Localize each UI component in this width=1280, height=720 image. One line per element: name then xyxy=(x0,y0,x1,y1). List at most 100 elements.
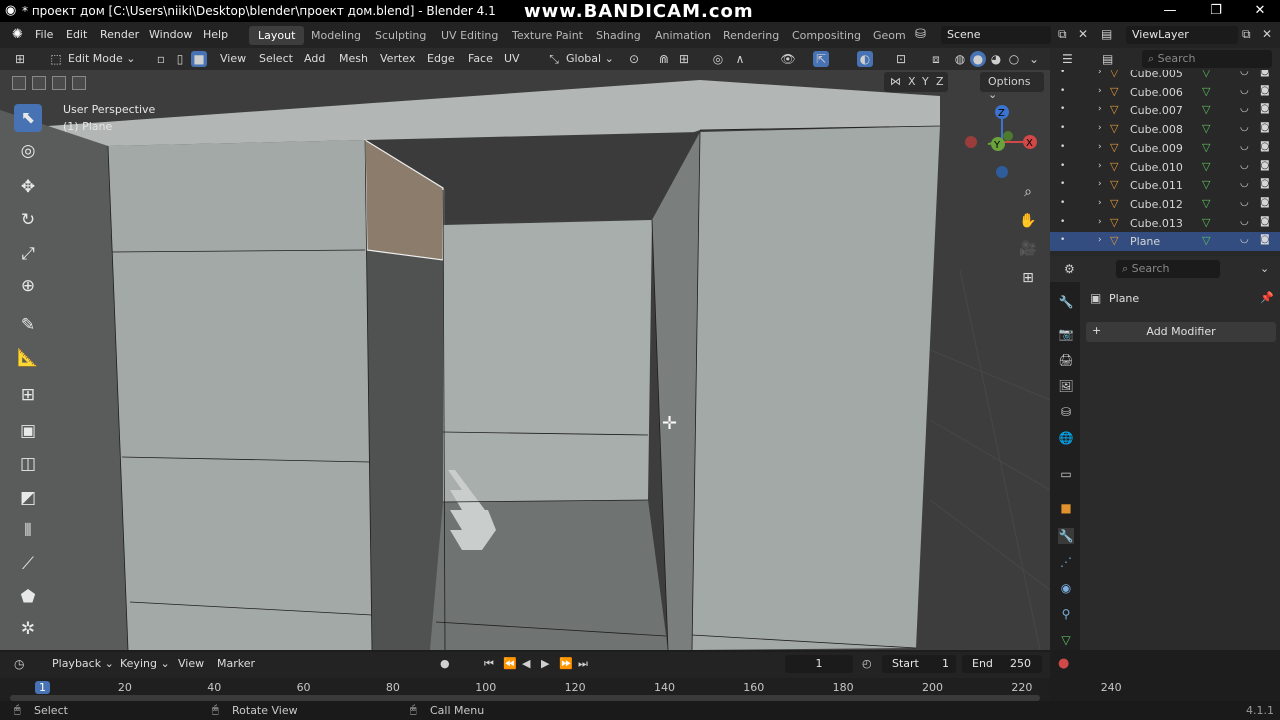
menu-window[interactable]: Window xyxy=(149,28,192,41)
world-tab-icon[interactable]: 🌐 xyxy=(1058,430,1074,446)
overlays-icon[interactable]: ◐ xyxy=(857,51,873,67)
menu-vertex[interactable]: Vertex xyxy=(374,50,421,68)
outliner-row[interactable]: • › ▽ Cube.009 ▽ ◡ ◙ xyxy=(1050,139,1280,158)
outliner-row[interactable]: • › ▽ Cube.007 ▽ ◡ ◙ xyxy=(1050,101,1280,120)
expand-chevron-icon[interactable]: › xyxy=(1098,235,1102,245)
pan-hand-icon[interactable]: ✋ xyxy=(1016,209,1040,233)
select-box-tool-icon[interactable]: ⬉ xyxy=(14,104,42,132)
expand-chevron-icon[interactable]: › xyxy=(1098,179,1102,189)
knife-tool-icon[interactable]: ⟋ xyxy=(14,550,42,578)
hide-eye-icon[interactable]: ◡ xyxy=(1240,122,1249,133)
tab-modeling[interactable]: Modeling xyxy=(302,26,370,45)
render-camera-icon[interactable]: ◙ xyxy=(1260,103,1270,114)
axis-y[interactable]: Y xyxy=(922,75,929,88)
gizmo-toggle-icon[interactable]: ⇱ xyxy=(813,51,829,67)
menu-face[interactable]: Face xyxy=(462,50,499,68)
transform-tool-icon[interactable]: ⊕ xyxy=(14,272,42,300)
tab-texture-paint[interactable]: Texture Paint xyxy=(503,26,592,45)
menu-render[interactable]: Render xyxy=(100,28,139,41)
blender-menu-icon[interactable]: ✺ xyxy=(12,27,23,42)
jump-keyframe-forward-icon[interactable]: ⏩ xyxy=(559,657,573,670)
falloff-icon[interactable]: ∧ xyxy=(732,51,748,67)
outliner-editor-icon[interactable]: ☰ xyxy=(1062,52,1073,66)
expand-chevron-icon[interactable]: › xyxy=(1098,198,1102,208)
play-reverse-icon[interactable]: ◀ xyxy=(522,657,530,670)
move-tool-icon[interactable]: ✥ xyxy=(14,173,42,201)
inset-tool-icon[interactable]: ◫ xyxy=(14,450,42,478)
menu-select[interactable]: Select xyxy=(253,50,299,68)
menu-edge[interactable]: Edge xyxy=(421,50,461,68)
object-tab-icon[interactable]: ■ xyxy=(1058,500,1074,516)
render-camera-icon[interactable]: ◙ xyxy=(1260,216,1270,227)
snap-target-icon[interactable]: ⊞ xyxy=(676,51,692,67)
record-icon[interactable]: ● xyxy=(440,657,450,670)
timeline-editor-icon[interactable]: ◷ xyxy=(14,657,24,671)
vertex-select-icon[interactable]: ▫ xyxy=(153,51,169,67)
menu-uv[interactable]: UV xyxy=(498,50,526,68)
menu-playback[interactable]: Playback ⌄ xyxy=(46,655,120,673)
close-icon[interactable]: ✕ xyxy=(1238,0,1280,22)
material-tab-icon[interactable]: ● xyxy=(1058,656,1069,671)
delete-scene-icon[interactable]: ✕ xyxy=(1078,27,1088,41)
end-frame-field[interactable]: End 250 xyxy=(962,655,1042,673)
camera-view-icon[interactable]: 🎥 xyxy=(1016,237,1040,261)
tab-animation[interactable]: Animation xyxy=(646,26,720,45)
start-frame-field[interactable]: Start 1 xyxy=(882,655,956,673)
pin-icon[interactable]: 📌 xyxy=(1260,291,1274,304)
render-camera-icon[interactable]: ◙ xyxy=(1260,197,1270,208)
rendered-shading-icon[interactable]: ○ xyxy=(1006,51,1022,67)
menu-timeline-view[interactable]: View xyxy=(172,655,210,673)
modifier-tab-icon[interactable]: 🔧 xyxy=(1058,528,1074,544)
output-tab-icon[interactable]: 🖨 xyxy=(1058,352,1074,368)
properties-options-icon[interactable]: ⌄ xyxy=(1260,262,1269,275)
menu-mesh[interactable]: Mesh xyxy=(333,50,374,68)
tab-compositing[interactable]: Compositing xyxy=(783,26,870,45)
render-camera-icon[interactable]: ◙ xyxy=(1260,234,1270,245)
hide-eye-icon[interactable]: ◡ xyxy=(1240,234,1249,245)
orientation-selector[interactable]: Global ⌄ xyxy=(560,50,620,68)
shading-options-icon[interactable]: ⌄ xyxy=(1026,51,1042,67)
hide-eye-icon[interactable]: ◡ xyxy=(1240,178,1249,189)
cursor-tool-icon[interactable]: ◎ xyxy=(14,137,42,165)
tab-uv-editing[interactable]: UV Editing xyxy=(432,26,507,45)
render-camera-icon[interactable]: ◙ xyxy=(1260,85,1270,96)
outliner-row[interactable]: • › ▽ Cube.008 ▽ ◡ ◙ xyxy=(1050,120,1280,139)
collection-tab-icon[interactable]: ▭ xyxy=(1058,466,1074,482)
axis-z[interactable]: Z xyxy=(936,75,944,88)
outliner-row[interactable]: • › ▽ Cube.006 ▽ ◡ ◙ xyxy=(1050,83,1280,102)
expand-chevron-icon[interactable]: › xyxy=(1098,104,1102,114)
view-layer-icon[interactable]: ▤ xyxy=(1101,27,1112,41)
scene-selector[interactable]: Scene xyxy=(941,26,1051,44)
mesh-edit-overlay-icon[interactable]: ⊡ xyxy=(893,51,909,67)
outliner-row[interactable]: • › ▽ Cube.010 ▽ ◡ ◙ xyxy=(1050,158,1280,177)
properties-search-field[interactable]: ⌕ Search xyxy=(1116,260,1220,278)
menu-view[interactable]: View xyxy=(214,50,252,68)
hide-eye-icon[interactable]: ◡ xyxy=(1240,160,1249,171)
scene-tab-icon[interactable]: ⛁ xyxy=(1058,404,1074,420)
select-extend-icon[interactable] xyxy=(32,76,46,90)
new-view-layer-icon[interactable]: ⧉ xyxy=(1242,27,1251,42)
expand-chevron-icon[interactable]: › xyxy=(1098,142,1102,152)
expand-chevron-icon[interactable]: › xyxy=(1098,123,1102,133)
menu-marker[interactable]: Marker xyxy=(211,655,261,673)
physics-tab-icon[interactable]: ◉ xyxy=(1058,580,1074,596)
tab-geometry-nodes[interactable]: Geom xyxy=(864,26,915,45)
preview-range-icon[interactable]: ◴ xyxy=(862,657,872,670)
outliner-row[interactable]: • › ▽ Cube.013 ▽ ◡ ◙ xyxy=(1050,214,1280,233)
render-camera-icon[interactable]: ◙ xyxy=(1260,141,1270,152)
restore-icon[interactable]: ❐ xyxy=(1194,0,1238,22)
jump-keyframe-back-icon[interactable]: ⏪ xyxy=(503,657,517,670)
new-scene-icon[interactable]: ⧉ xyxy=(1058,27,1067,42)
bevel-tool-icon[interactable]: ◩ xyxy=(14,484,42,512)
render-camera-icon[interactable]: ◙ xyxy=(1260,122,1270,133)
constraints-tab-icon[interactable]: ⚲ xyxy=(1058,606,1074,622)
extrude-tool-icon[interactable]: ▣ xyxy=(14,417,42,445)
jump-start-icon[interactable]: ⏮ xyxy=(484,657,494,671)
outliner-row[interactable]: • › ▽ Cube.012 ▽ ◡ ◙ xyxy=(1050,195,1280,214)
expand-chevron-icon[interactable]: › xyxy=(1098,217,1102,227)
display-mode-icon[interactable]: ▤ xyxy=(1102,52,1113,66)
rotate-tool-icon[interactable]: ↻ xyxy=(14,206,42,234)
visibility-icon[interactable]: 👁 xyxy=(780,51,796,67)
scale-tool-icon[interactable]: ⤢ xyxy=(14,240,42,268)
axis-x[interactable]: X xyxy=(908,75,916,88)
